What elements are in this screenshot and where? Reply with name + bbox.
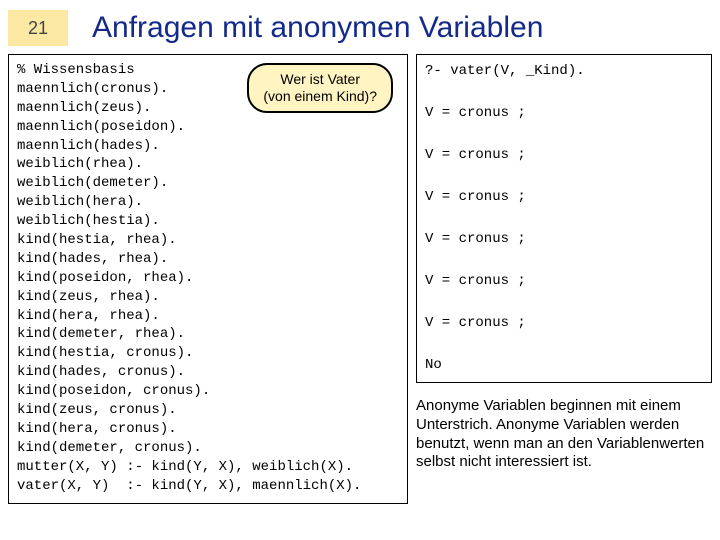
slide: 21 Anfragen mit anonymen Variablen % Wis… [0,0,720,540]
callout-line-1: Wer ist Vater [263,71,377,88]
explanation-note: Anonyme Variablen beginnen mit einem Unt… [416,397,712,472]
callout: Wer ist Vater (von einem Kind)? [247,63,393,113]
header: 21 Anfragen mit anonymen Variablen [8,10,712,46]
knowledge-base-code: % Wissensbasis maennlich(cronus). maennl… [17,61,399,495]
page-title: Anfragen mit anonymen Variablen [92,11,543,45]
body: % Wissensbasis maennlich(cronus). maennl… [8,54,712,504]
right-column: ?- vater(V, _Kind). V = cronus ; V = cro… [416,54,712,504]
callout-line-2: (von einem Kind)? [263,88,377,105]
code-panel: % Wissensbasis maennlich(cronus). maennl… [8,54,408,504]
page-number: 21 [8,10,68,46]
query-output: ?- vater(V, _Kind). V = cronus ; V = cro… [416,54,712,383]
